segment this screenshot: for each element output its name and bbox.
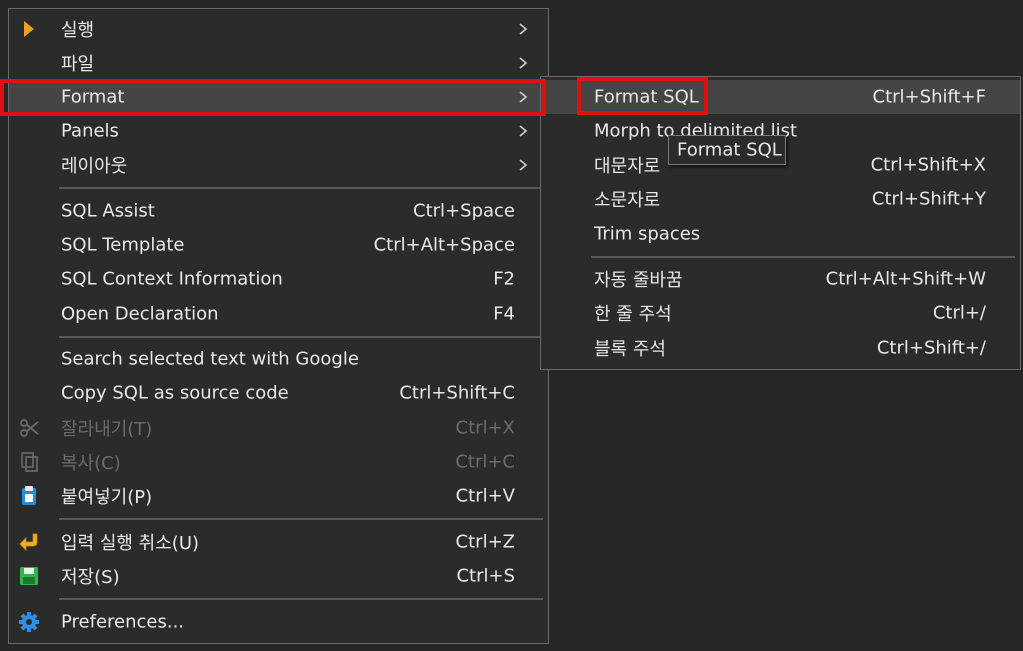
menu-item-label: 실행 <box>61 20 95 41</box>
menu-item-file[interactable]: 파일 <box>9 46 548 80</box>
tooltip: Format SQL <box>668 135 786 165</box>
menu-item-label: 레이아웃 <box>61 156 128 177</box>
menu-item-label: 자동 줄바꿈 <box>594 270 683 291</box>
undo-icon <box>18 531 40 553</box>
menu-item-sql-context-information[interactable]: SQL Context Information F2 <box>9 262 548 296</box>
menu-item-panels[interactable]: Panels <box>9 114 548 148</box>
run-icon <box>18 18 40 40</box>
menu-item-layout[interactable]: 레이아웃 <box>9 148 548 182</box>
chevron-right-icon <box>516 89 530 105</box>
menu-item-paste[interactable]: 붙여넣기(P) Ctrl+V <box>9 479 548 513</box>
menu-item-copy-sql-source[interactable]: Copy SQL as source code Ctrl+Shift+C <box>9 376 548 410</box>
floppy-disk-icon <box>18 565 40 587</box>
menu-item-shortcut: F2 <box>493 268 515 290</box>
menu-item-shortcut: Ctrl+V <box>455 485 515 507</box>
submenu-item-trim-spaces[interactable]: Trim spaces <box>541 217 1020 251</box>
menu-item-search-google[interactable]: Search selected text with Google <box>9 342 548 376</box>
menu-item-label: 입력 실행 취소(U) <box>61 533 200 554</box>
submenu-item-auto-wrap[interactable]: 자동 줄바꿈 Ctrl+Alt+Shift+W <box>541 262 1020 296</box>
menu-item-label: SQL Context Information <box>61 268 283 290</box>
menu-item-run[interactable]: 실행 <box>9 12 548 46</box>
menu-item-shortcut: Ctrl+Shift+F <box>872 86 986 108</box>
chevron-right-icon <box>516 55 530 71</box>
menu-item-label: 블록 주석 <box>594 339 666 360</box>
menu-separator <box>59 598 543 600</box>
menu-item-label: Panels <box>61 120 119 142</box>
menu-item-sql-assist[interactable]: SQL Assist Ctrl+Space <box>9 194 548 228</box>
menu-separator <box>59 518 543 520</box>
menu-item-label: Preferences... <box>61 611 185 633</box>
menu-item-shortcut: Ctrl+Shift+C <box>399 382 515 404</box>
menu-item-shortcut: Ctrl+/ <box>932 302 986 324</box>
menu-item-shortcut: Ctrl+X <box>455 417 515 439</box>
chevron-right-icon <box>516 157 530 173</box>
submenu-item-block-comment[interactable]: 블록 주석 Ctrl+Shift+/ <box>541 331 1020 365</box>
menu-item-shortcut: Ctrl+C <box>455 451 515 473</box>
chevron-right-icon <box>516 123 530 139</box>
scissors-icon <box>18 417 40 439</box>
menu-item-label: SQL Assist <box>61 200 155 222</box>
menu-item-open-declaration[interactable]: Open Declaration F4 <box>9 297 548 331</box>
copy-icon <box>18 451 40 473</box>
menu-item-save[interactable]: 저장(S) Ctrl+S <box>9 559 548 593</box>
menu-item-format[interactable]: Format <box>9 80 548 114</box>
menu-item-shortcut: Ctrl+Z <box>455 531 515 553</box>
tooltip-text: Format SQL <box>677 139 782 161</box>
format-submenu: Format SQL Ctrl+Shift+F Morph to delimit… <box>540 76 1021 370</box>
chevron-right-icon <box>516 21 530 37</box>
menu-item-shortcut: Ctrl+Shift+/ <box>876 337 986 359</box>
menu-separator <box>59 336 543 338</box>
menu-item-copy[interactable]: 복사(C) Ctrl+C <box>9 445 548 479</box>
menu-item-shortcut: Ctrl+S <box>456 565 515 587</box>
gear-icon <box>18 611 40 633</box>
menu-item-shortcut: Ctrl+Alt+Shift+W <box>825 268 986 290</box>
clipboard-icon <box>18 485 40 507</box>
menu-item-label: 파일 <box>61 54 95 75</box>
menu-separator <box>59 187 543 189</box>
menu-item-label: Search selected text with Google <box>61 348 359 370</box>
menu-item-shortcut: Ctrl+Alt+Space <box>373 234 515 256</box>
submenu-item-lowercase[interactable]: 소문자로 Ctrl+Shift+Y <box>541 182 1020 216</box>
context-menu: 실행 파일 Format Panels 레이아웃 SQL Assist Ctrl… <box>8 8 549 644</box>
menu-item-label: 붙여넣기(P) <box>61 487 153 508</box>
menu-item-shortcut: Ctrl+Shift+X <box>870 154 986 176</box>
menu-item-shortcut: F4 <box>493 303 515 325</box>
submenu-item-format-sql[interactable]: Format SQL Ctrl+Shift+F <box>541 80 1020 114</box>
menu-item-preferences[interactable]: Preferences... <box>9 605 548 639</box>
menu-item-label: 소문자로 <box>594 190 661 211</box>
menu-item-label: Trim spaces <box>594 223 701 245</box>
menu-item-label: 대문자로 <box>594 156 661 177</box>
menu-separator <box>591 256 1015 258</box>
menu-item-label: 한 줄 주석 <box>594 304 672 325</box>
menu-item-label: Open Declaration <box>61 303 219 325</box>
menu-item-sql-template[interactable]: SQL Template Ctrl+Alt+Space <box>9 228 548 262</box>
menu-item-label: Copy SQL as source code <box>61 382 289 404</box>
menu-item-undo[interactable]: 입력 실행 취소(U) Ctrl+Z <box>9 525 548 559</box>
menu-item-label: 복사(C) <box>61 453 121 474</box>
menu-item-label: Format <box>61 86 125 108</box>
menu-item-label: 잘라내기(T) <box>61 419 153 440</box>
submenu-item-line-comment[interactable]: 한 줄 주석 Ctrl+/ <box>541 296 1020 330</box>
menu-item-label: 저장(S) <box>61 567 120 588</box>
menu-item-label: SQL Template <box>61 234 185 256</box>
menu-item-label: Format SQL <box>594 86 699 108</box>
menu-item-shortcut: Ctrl+Space <box>413 200 515 222</box>
menu-item-shortcut: Ctrl+Shift+Y <box>871 188 986 210</box>
menu-item-cut[interactable]: 잘라내기(T) Ctrl+X <box>9 411 548 445</box>
